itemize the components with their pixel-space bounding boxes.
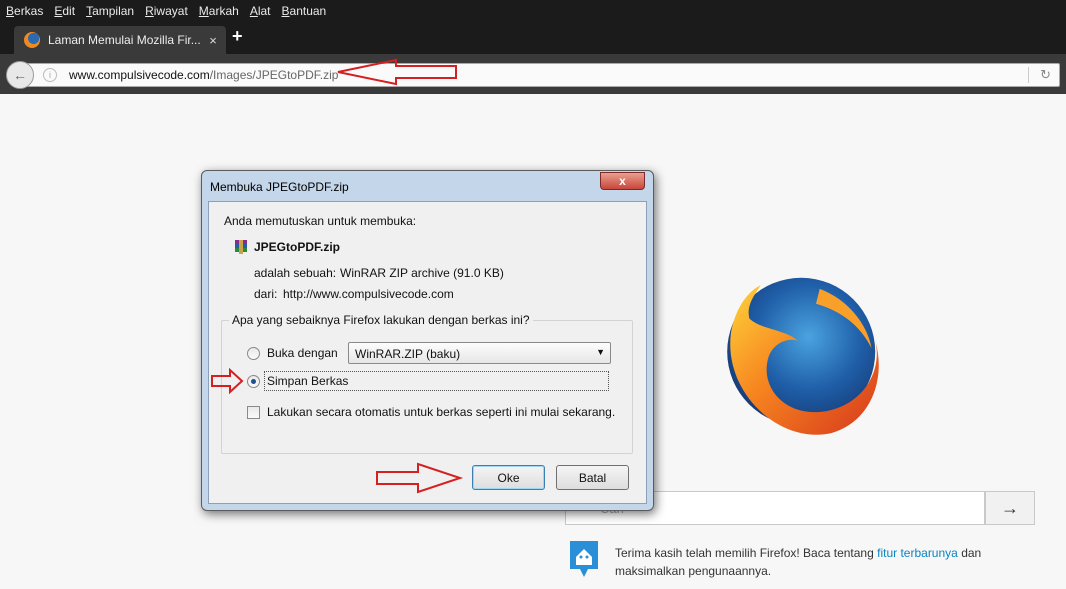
menu-item-bantuan[interactable]: Bantuan (282, 4, 327, 18)
open-with-label: Buka dengan (267, 346, 338, 360)
menu-bar: Berkas Edit Tampilan Riwayat Markah Alat… (0, 0, 1066, 22)
url-path: /Images/JPEGtoPDF.zip (209, 68, 339, 82)
file-source-value: http://www.compulsivecode.com (283, 287, 454, 301)
open-with-radio[interactable] (247, 347, 260, 360)
menu-item-edit[interactable]: Edit (54, 4, 75, 18)
tab-firefox-start[interactable]: Laman Memulai Mozilla Fir... × (14, 26, 226, 54)
url-separator (1028, 67, 1029, 83)
reload-icon[interactable]: ↻ (1040, 67, 1051, 83)
menu-item-tampilan[interactable]: Tampilan (86, 4, 134, 18)
url-text[interactable]: www.compulsivecode.com/Images/JPEGtoPDF.… (69, 68, 338, 82)
save-file-radio[interactable] (247, 375, 260, 388)
navigation-bar: i www.compulsivecode.com/Images/JPEGtoPD… (0, 54, 1066, 94)
menu-item-markah[interactable]: Markah (199, 4, 239, 18)
menu-item-alat[interactable]: Alat (250, 4, 271, 18)
ok-button[interactable]: Oke (472, 465, 545, 490)
dialog-close-button[interactable]: x (600, 172, 645, 190)
snippet-text: Terima kasih telah memilih Firefox! Baca… (615, 544, 995, 580)
file-type-label: adalah sebuah: (254, 266, 337, 280)
firefox-favicon-icon (24, 32, 40, 48)
dialog-filename: JPEGtoPDF.zip (254, 240, 341, 254)
dialog-intro: Anda memutuskan untuk membuka: (224, 214, 417, 228)
open-with-select[interactable]: WinRAR.ZIP (baku) ▼ (348, 342, 611, 364)
action-question: Apa yang sebaiknya Firefox lakukan denga… (229, 313, 533, 327)
snippet-link[interactable]: fitur terbarunya (877, 546, 958, 560)
menu-item-riwayat[interactable]: Riwayat (145, 4, 188, 18)
site-info-icon[interactable]: i (43, 68, 57, 82)
dialog-title: Membuka JPEGtoPDF.zip (210, 180, 349, 194)
download-dialog: Membuka JPEGtoPDF.zip x Anda memutuskan … (201, 170, 654, 511)
url-bar[interactable]: i www.compulsivecode.com/Images/JPEGtoPD… (22, 63, 1060, 87)
file-type-value: WinRAR ZIP archive (91.0 KB) (340, 266, 504, 280)
new-tab-button[interactable]: + (232, 26, 243, 47)
menu-item-berkas[interactable]: Berkas (6, 4, 43, 18)
home-badge-icon (570, 541, 598, 577)
file-source-label: dari: (254, 287, 278, 301)
url-domain: www.compulsivecode.com (69, 68, 210, 82)
chevron-down-icon: ▼ (596, 347, 605, 357)
dialog-body: Anda memutuskan untuk membuka: JPEGtoPDF… (208, 201, 647, 504)
back-button[interactable]: ← (6, 61, 34, 89)
tab-strip: Laman Memulai Mozilla Fir... × (0, 22, 1066, 54)
auto-action-label: Lakukan secara otomatis untuk berkas sep… (267, 405, 616, 419)
firefox-logo-icon (727, 277, 879, 435)
search-go-button[interactable]: → (985, 491, 1035, 525)
save-file-label: Simpan Berkas (267, 374, 349, 388)
auto-action-checkbox[interactable] (247, 406, 260, 419)
cancel-button[interactable]: Batal (556, 465, 629, 490)
winrar-archive-icon (235, 240, 247, 254)
tab-close-icon[interactable]: × (204, 33, 222, 48)
tab-title: Laman Memulai Mozilla Fir... (48, 33, 201, 47)
snippet-text-before: Terima kasih telah memilih Firefox! Baca… (615, 546, 874, 560)
open-with-value: WinRAR.ZIP (baku) (355, 347, 461, 361)
